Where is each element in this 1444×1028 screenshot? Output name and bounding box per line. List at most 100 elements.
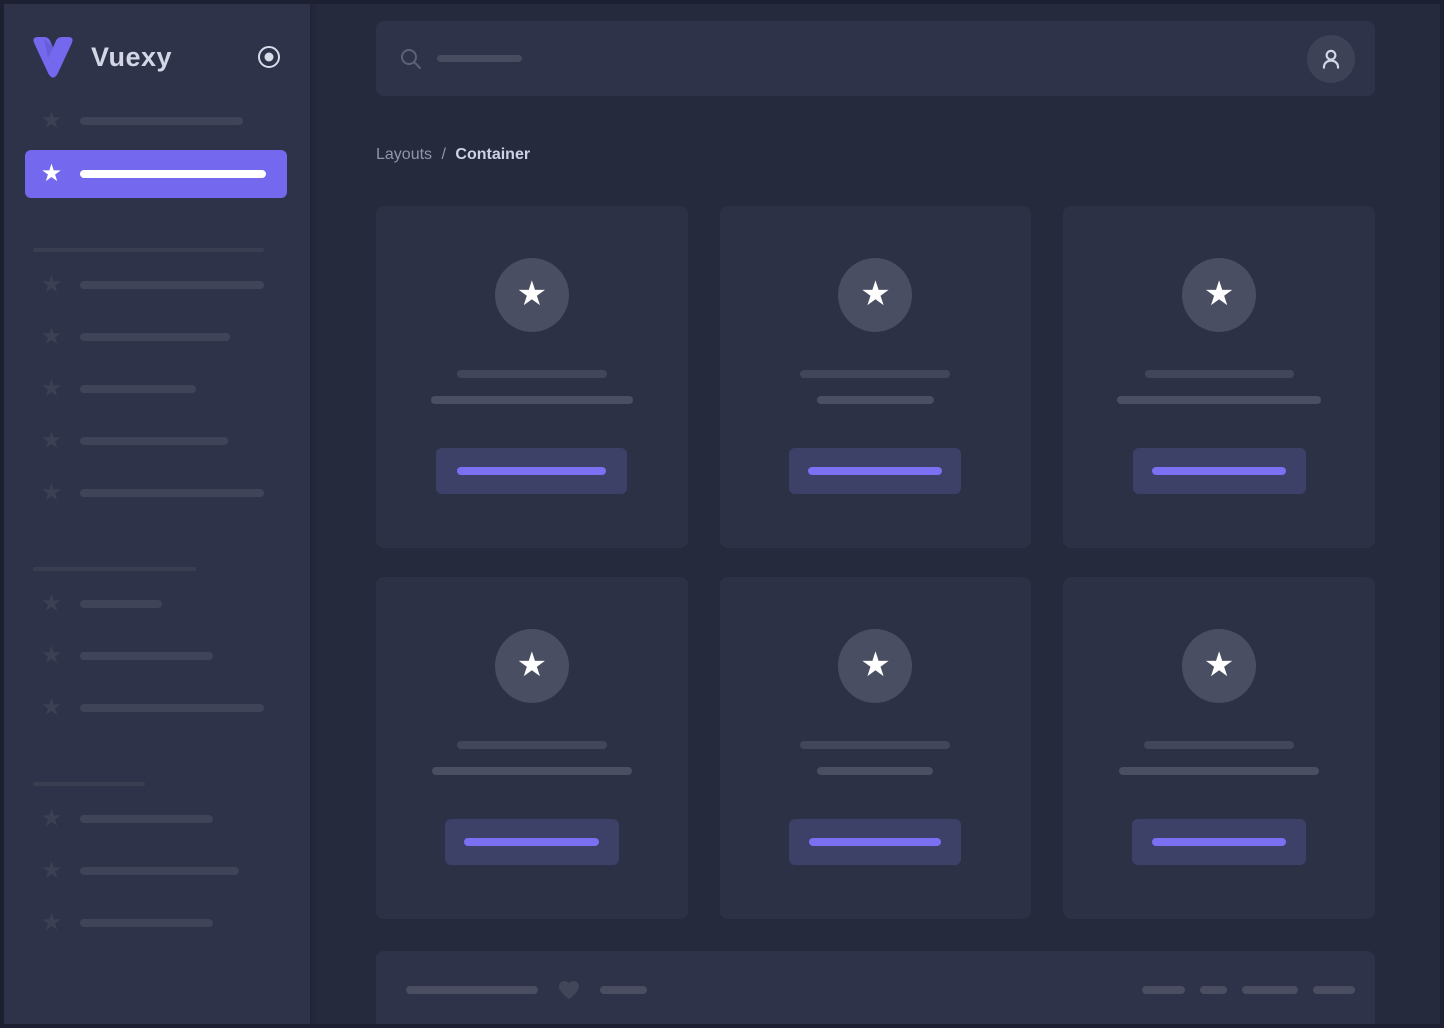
breadcrumb-separator: / [441, 146, 446, 163]
star-icon: ★ [40, 909, 63, 936]
sidebar-item[interactable]: ★ [4, 807, 213, 831]
sidebar-item[interactable]: ★ [4, 109, 243, 133]
sidebar-item-label-skeleton [80, 919, 213, 927]
star-icon: ★ [40, 323, 63, 350]
star-icon: ★ [1203, 646, 1235, 684]
star-icon: ★ [40, 642, 63, 669]
card-button[interactable] [436, 448, 628, 494]
card-button-label-skeleton [1152, 467, 1287, 475]
layout-card: ★ [1063, 206, 1375, 548]
card-button[interactable] [1132, 819, 1307, 865]
main-content: Layouts / Container ★ ★ ★ ★ ★ ★ [310, 4, 1440, 1024]
sidebar-item[interactable]: ★ [4, 592, 162, 616]
sidebar-item-active[interactable]: ★ [25, 150, 287, 198]
footer-left-group [406, 978, 647, 1002]
sidebar-item[interactable]: ★ [4, 696, 264, 720]
sidebar-item-label-skeleton [80, 437, 228, 445]
breadcrumb-link-layouts[interactable]: Layouts [376, 146, 432, 163]
breadcrumb: Layouts / Container [376, 145, 1375, 164]
cards-grid: ★ ★ ★ ★ ★ ★ [376, 206, 1375, 919]
sidebar-item-label-skeleton [80, 867, 239, 875]
card-avatar: ★ [494, 258, 569, 332]
card-title-skeleton [456, 741, 607, 749]
card-avatar: ★ [1182, 258, 1257, 332]
sidebar-item-label-skeleton [80, 600, 162, 608]
layout-card: ★ [376, 577, 688, 919]
card-subtitle-skeleton [431, 767, 632, 775]
footer-link-skeleton [1313, 986, 1355, 994]
card-button-label-skeleton [457, 467, 607, 475]
footer-links-group [1142, 986, 1355, 994]
footer-text-skeleton [600, 986, 647, 994]
star-icon: ★ [40, 857, 63, 884]
sidebar-item[interactable]: ★ [4, 644, 213, 668]
card-button-label-skeleton [1152, 838, 1287, 846]
card-avatar: ★ [1182, 629, 1257, 703]
layout-card: ★ [719, 577, 1032, 919]
sidebar-item[interactable]: ★ [4, 859, 239, 883]
sidebar-item-label-skeleton [80, 815, 213, 823]
star-icon: ★ [40, 160, 63, 187]
footer-link-skeleton [1200, 986, 1227, 994]
card-title-skeleton [800, 370, 951, 378]
top-navbar [376, 21, 1375, 96]
star-icon: ★ [860, 646, 891, 684]
sidebar-item-label-skeleton [80, 385, 196, 393]
sidebar-section-header-skeleton [33, 782, 145, 786]
layout-card: ★ [719, 206, 1032, 548]
sidebar-item[interactable]: ★ [4, 273, 264, 297]
star-icon: ★ [860, 275, 891, 313]
footer-link-skeleton [1242, 986, 1298, 994]
sidebar-item[interactable]: ★ [4, 911, 213, 935]
sidebar-item[interactable]: ★ [4, 481, 264, 505]
sidebar-item-label-skeleton [80, 117, 243, 125]
card-button[interactable] [789, 448, 962, 494]
breadcrumb-current-container: Container [455, 146, 531, 163]
person-icon [1322, 49, 1340, 69]
card-button[interactable] [444, 819, 619, 865]
card-title-skeleton [456, 370, 607, 378]
card-avatar: ★ [494, 629, 569, 703]
sidebar-section-header-skeleton [33, 567, 196, 571]
card-title-skeleton [800, 741, 951, 749]
card-title-skeleton [1144, 741, 1295, 749]
sidebar-item[interactable]: ★ [4, 429, 228, 453]
card-avatar: ★ [838, 629, 913, 703]
star-icon: ★ [40, 427, 63, 454]
card-subtitle-skeleton [817, 767, 934, 775]
footer-text-skeleton [406, 986, 538, 994]
user-avatar[interactable] [1307, 34, 1355, 83]
layout-card: ★ [1063, 577, 1375, 919]
card-button[interactable] [789, 819, 962, 865]
app-window: Vuexy ★ ★ ★ ★ ★ ★ ★ ★ ★ ★ ★ ★ ★ Layouts … [0, 0, 1444, 1028]
sidebar-pin-toggle-icon[interactable] [255, 43, 283, 71]
card-subtitle-skeleton [816, 396, 934, 404]
star-icon: ★ [40, 590, 63, 617]
card-button-label-skeleton [464, 838, 600, 846]
sidebar-item-label-skeleton [80, 652, 213, 660]
card-subtitle-skeleton [1117, 396, 1322, 404]
card-avatar: ★ [838, 258, 913, 332]
sidebar: Vuexy ★ ★ ★ ★ ★ ★ ★ ★ ★ ★ ★ ★ ★ [4, 4, 310, 1024]
card-button[interactable] [1132, 448, 1306, 494]
footer [376, 951, 1375, 1024]
layout-card: ★ [376, 206, 688, 548]
sidebar-section-header-skeleton [33, 248, 264, 252]
search-placeholder-skeleton [437, 55, 522, 62]
star-icon: ★ [40, 694, 63, 721]
star-icon: ★ [40, 271, 63, 298]
star-icon: ★ [1203, 275, 1235, 313]
sidebar-item[interactable]: ★ [4, 377, 196, 401]
card-button-label-skeleton [809, 838, 942, 846]
heart-icon [559, 981, 579, 1000]
sidebar-item[interactable]: ★ [4, 325, 230, 349]
star-icon: ★ [40, 375, 63, 402]
star-icon: ★ [40, 479, 63, 506]
sidebar-item-label-skeleton [80, 170, 266, 178]
search-box[interactable] [400, 48, 1307, 70]
brand-row: Vuexy [4, 4, 310, 104]
card-subtitle-skeleton [1119, 767, 1320, 775]
brand-name: Vuexy [91, 41, 173, 72]
star-icon: ★ [516, 646, 548, 684]
search-icon [401, 48, 421, 69]
